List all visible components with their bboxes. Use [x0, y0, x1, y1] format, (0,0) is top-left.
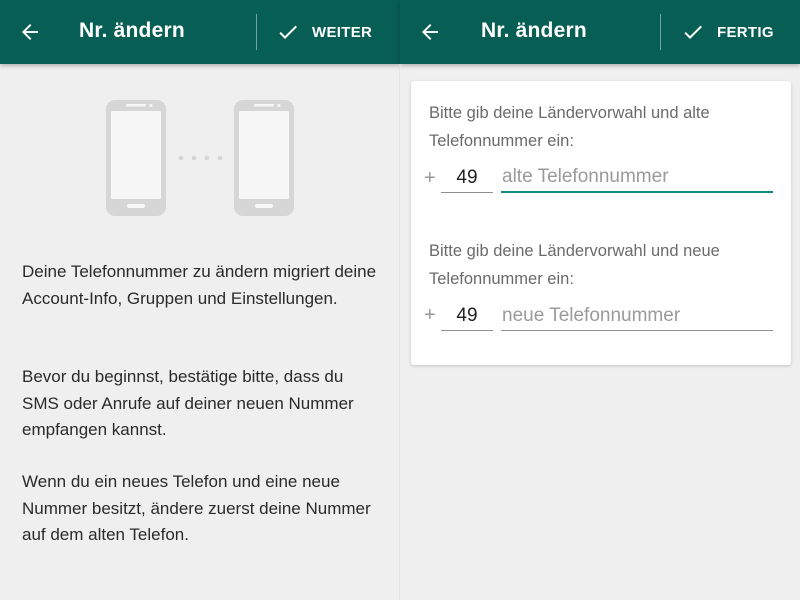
page-title: Nr. ändern	[481, 19, 587, 42]
phone-icon	[106, 100, 166, 216]
info-paragraph-migration: Deine Telefonnummer zu ändern migriert d…	[22, 262, 377, 308]
new-phone-number-input[interactable]	[501, 301, 773, 331]
done-button[interactable]: FERTIG	[681, 14, 774, 50]
done-button-label: FERTIG	[717, 23, 774, 41]
plus-sign: +	[424, 167, 436, 189]
app-bar: Nr. ändern WEITER	[0, 0, 400, 64]
app-bar: Nr. ändern FERTIG	[400, 0, 800, 64]
arrow-left-icon	[22, 24, 38, 40]
phone-migration-illustration	[106, 100, 294, 216]
change-number-info-screen: Nr. ändern WEITER Deine Telefonnummer zu…	[0, 0, 400, 600]
page-title: Nr. ändern	[79, 19, 185, 42]
check-icon	[684, 25, 702, 39]
dots-icon	[178, 155, 223, 161]
info-paragraph-verify: Bevor du beginnst, bestätige bitte, dass…	[22, 367, 354, 439]
old-country-code-input[interactable]: 49	[441, 163, 493, 193]
old-number-prompt: Bitte gib deine Ländervorwahl und alte T…	[429, 104, 710, 150]
phone-number-form-card: Bitte gib deine Ländervorwahl und alte T…	[411, 81, 791, 365]
back-button[interactable]	[12, 14, 48, 50]
check-icon	[279, 25, 297, 39]
next-button-label: WEITER	[312, 23, 373, 41]
back-button[interactable]	[412, 14, 448, 50]
change-number-form-screen: Nr. ändern FERTIG Bitte gib deine Länder…	[400, 0, 800, 600]
next-button[interactable]: WEITER	[276, 14, 372, 50]
plus-sign: +	[424, 304, 436, 326]
new-number-prompt: Bitte gib deine Ländervorwahl und neue T…	[429, 242, 720, 288]
new-country-code-input[interactable]: 49	[441, 301, 493, 331]
info-paragraph-new-phone: Wenn du ein neues Telefon und eine neue …	[22, 472, 371, 544]
arrow-left-icon	[422, 24, 438, 40]
appbar-divider	[256, 14, 257, 50]
appbar-divider	[660, 14, 661, 50]
phone-icon	[234, 100, 294, 216]
old-phone-number-input[interactable]	[501, 163, 773, 193]
